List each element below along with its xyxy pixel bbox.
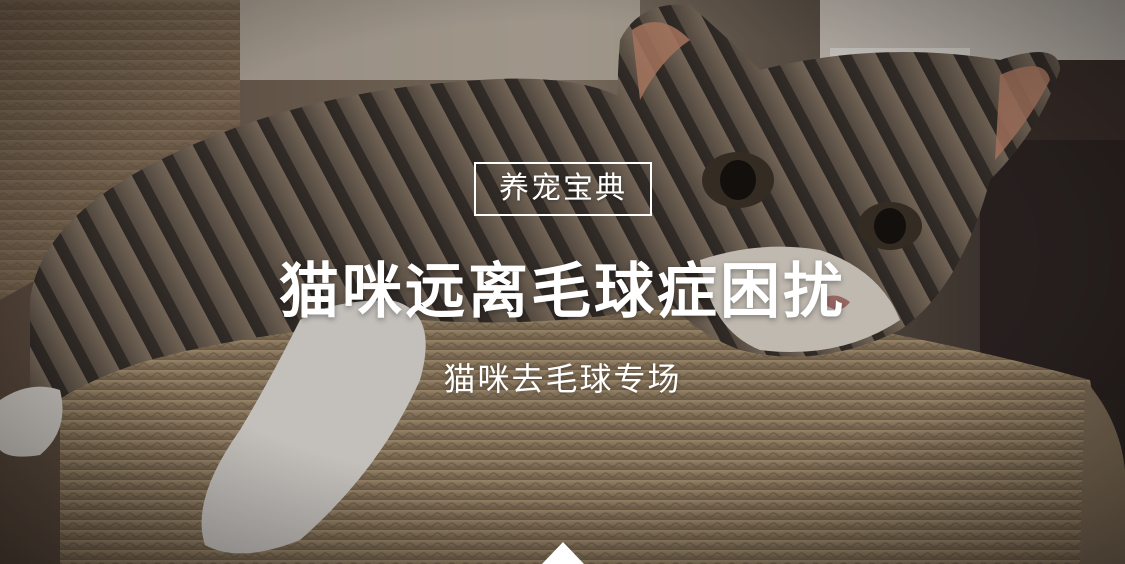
hero-banner: 养宠宝典 猫咪远离毛球症困扰 猫咪去毛球专场 [0,0,1125,564]
category-tag[interactable]: 养宠宝典 [474,162,652,216]
banner-subtitle: 猫咪去毛球专场 [443,360,682,398]
triangle-up-icon[interactable] [542,542,584,564]
banner-title: 猫咪远离毛球症困扰 [279,257,846,327]
